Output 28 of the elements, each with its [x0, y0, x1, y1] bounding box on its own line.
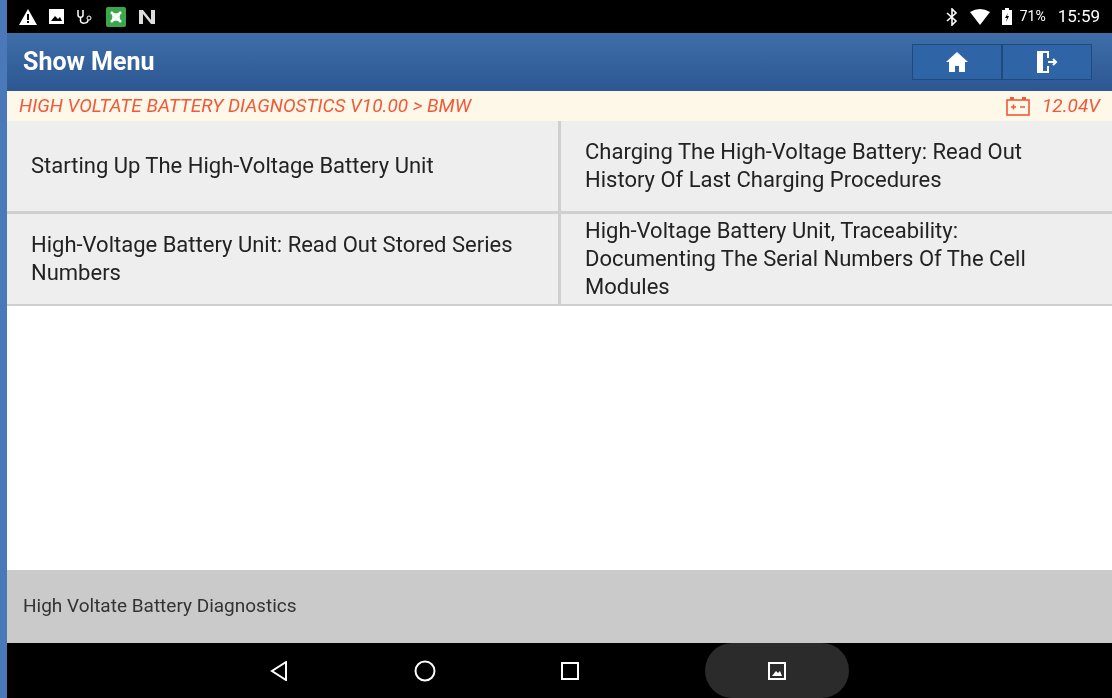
menu-item[interactable]: Starting Up The High-Voltage Battery Unit: [7, 121, 558, 211]
home-button[interactable]: [912, 44, 1002, 80]
bluetooth-icon: [945, 7, 958, 26]
battery-percent: 71%: [1019, 7, 1046, 26]
footer-text: High Voltate Battery Diagnostics: [23, 593, 297, 620]
battery-icon: [1006, 96, 1030, 116]
image-icon: [768, 661, 787, 680]
menu-item[interactable]: Charging The High-Voltage Battery: Read Out History Of Last Charging Procedures: [561, 121, 1112, 211]
clock: 15:59: [1057, 4, 1100, 28]
menu-item[interactable]: High-Voltage Battery Unit, Traceability: Documenting The Serial Numbers Of The Cell Modules: [561, 214, 1112, 304]
back-icon[interactable]: [269, 660, 288, 681]
voltage-reading: 12.04V: [1042, 92, 1100, 119]
n-icon: [138, 8, 156, 25]
page-title: Show Menu: [23, 46, 156, 79]
screenshot-button[interactable]: [705, 643, 850, 698]
breadcrumb: HIGH VOLTATE BATTERY DIAGNOSTICS V10.00 > BMW: [19, 92, 473, 119]
stethoscope-icon: [76, 8, 94, 25]
wifi-icon: [969, 8, 990, 25]
home-icon[interactable]: [413, 659, 436, 682]
image-icon: [49, 9, 64, 24]
exit-button[interactable]: [1002, 44, 1092, 80]
overview-icon[interactable]: [561, 661, 580, 680]
app-icon: [106, 6, 126, 27]
battery-icon: [1001, 8, 1012, 25]
warning-icon: [19, 8, 37, 25]
exit-icon: [1035, 51, 1059, 73]
home-icon: [946, 52, 968, 72]
menu-item[interactable]: High-Voltage Battery Unit: Read Out Stored Series Numbers: [7, 214, 558, 304]
